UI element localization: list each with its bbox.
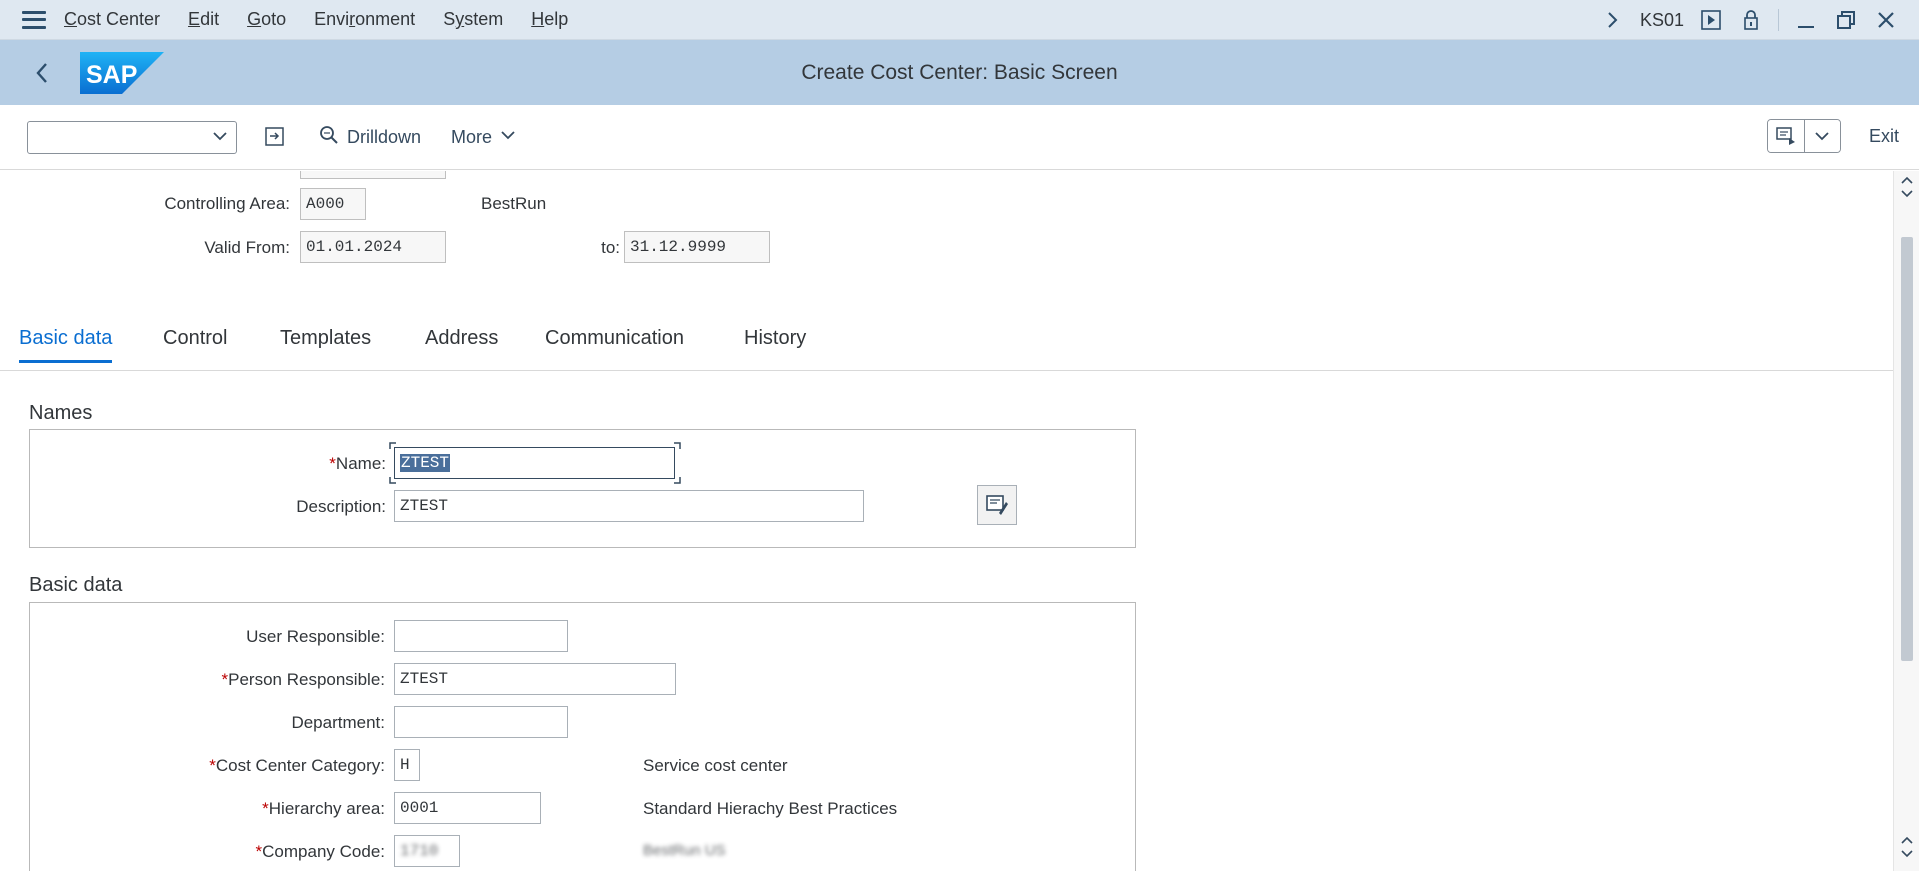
scroll-down-icon[interactable]: [1899, 835, 1915, 858]
menu-system[interactable]: System: [443, 9, 503, 30]
cost-center-category-input[interactable]: H: [394, 749, 420, 781]
scrolled-field: [300, 171, 446, 179]
menu-icon[interactable]: [22, 10, 46, 29]
menu-cost-center[interactable]: Cost Center: [64, 9, 160, 30]
sap-logo: SAP: [80, 51, 164, 94]
magnifier-icon: [319, 125, 339, 150]
cost-center-category-text: Service cost center: [643, 756, 788, 775]
restore-icon[interactable]: [1833, 7, 1859, 33]
drilldown-button[interactable]: Drilldown: [319, 125, 421, 150]
back-icon[interactable]: [22, 53, 62, 93]
tab-communication[interactable]: Communication: [545, 327, 684, 360]
scroll-up-icon[interactable]: [1899, 175, 1915, 198]
basic-data-group-title: Basic data: [29, 574, 123, 596]
department-label: Department:: [291, 713, 385, 732]
focus-frame: [389, 442, 681, 484]
export-icon[interactable]: [261, 123, 289, 151]
valid-from-field: 01.01.2024: [300, 231, 446, 263]
description-input[interactable]: ZTEST: [394, 490, 864, 522]
controlling-area-label: Controlling Area:: [164, 194, 290, 213]
valid-to-field: 31.12.9999: [624, 231, 770, 263]
company-code-input[interactable]: 1710: [394, 835, 460, 867]
valid-from-label: Valid From:: [204, 238, 290, 257]
separator: [1778, 9, 1779, 31]
description-label: Description:: [296, 497, 386, 516]
customize-split-button: [1766, 119, 1841, 153]
hierarchy-area-input[interactable]: 0001: [394, 792, 541, 824]
close-icon[interactable]: [1873, 7, 1899, 33]
cost-center-category-label: *Cost Center Category:: [209, 756, 385, 775]
tab-basic-data[interactable]: Basic data: [19, 327, 113, 363]
hierarchy-area-label: *Hierarchy area:: [262, 799, 385, 818]
chevron-down-icon: [500, 127, 516, 148]
svg-text:SAP: SAP: [86, 61, 137, 89]
company-code-label: *Company Code:: [255, 842, 385, 861]
toolbar-right: Exit: [1766, 119, 1899, 153]
chevron-down-icon[interactable]: [1803, 120, 1840, 152]
user-responsible-label: User Responsible:: [246, 627, 385, 646]
drilldown-label: Drilldown: [347, 126, 422, 147]
application-toolbar: Drilldown More Exit: [0, 105, 1919, 170]
run-icon[interactable]: [1698, 7, 1724, 33]
page-title: Create Cost Center: Basic Screen: [801, 60, 1118, 84]
shell-header: SAP Create Cost Center: Basic Screen: [0, 40, 1919, 105]
transaction-code: KS01: [1639, 9, 1684, 30]
exit-button[interactable]: Exit: [1869, 126, 1899, 147]
controlling-area-text: BestRun: [481, 194, 547, 213]
person-responsible-label: *Person Responsible:: [221, 670, 386, 689]
lock-icon[interactable]: [1738, 7, 1764, 33]
menu-environment[interactable]: Environment: [314, 9, 415, 30]
command-field-dropdown[interactable]: [27, 120, 237, 154]
menu-edit[interactable]: Edit: [188, 9, 219, 30]
tab-history[interactable]: History: [744, 327, 806, 360]
valid-to-label: to:: [601, 238, 620, 257]
minimize-icon[interactable]: [1793, 7, 1819, 33]
more-button[interactable]: More: [451, 127, 516, 148]
more-label: More: [451, 126, 493, 147]
customize-icon[interactable]: [1767, 120, 1804, 152]
name-label: *Name:: [329, 454, 386, 473]
content-area: Controlling Area: A000 BestRun Valid Fro…: [0, 171, 1893, 871]
department-input[interactable]: [394, 706, 568, 738]
person-responsible-input[interactable]: ZTEST: [394, 663, 676, 695]
hierarchy-area-text: Standard Hierachy Best Practices: [643, 799, 898, 818]
names-group-title: Names: [29, 402, 93, 424]
window-controls: KS01: [1600, 0, 1899, 40]
scrollbar-thumb[interactable]: [1901, 237, 1913, 661]
menu-bar: Cost Center Edit Goto Environment System…: [0, 0, 1919, 40]
company-code-text: BestRun US: [643, 842, 726, 859]
tab-control[interactable]: Control: [163, 327, 227, 360]
tab-strip: Basic data Control Templates Address Com…: [0, 321, 1893, 371]
chevron-down-icon: [212, 128, 228, 149]
controlling-area-field: A000: [300, 188, 366, 220]
menu-help[interactable]: Help: [531, 9, 568, 30]
tab-address[interactable]: Address: [425, 327, 498, 360]
vertical-scrollbar[interactable]: [1893, 171, 1919, 871]
menu-goto[interactable]: Goto: [247, 9, 286, 30]
chevron-right-icon[interactable]: [1600, 7, 1626, 33]
tab-templates[interactable]: Templates: [280, 327, 371, 360]
long-text-icon[interactable]: [977, 485, 1017, 525]
user-responsible-input[interactable]: [394, 620, 568, 652]
